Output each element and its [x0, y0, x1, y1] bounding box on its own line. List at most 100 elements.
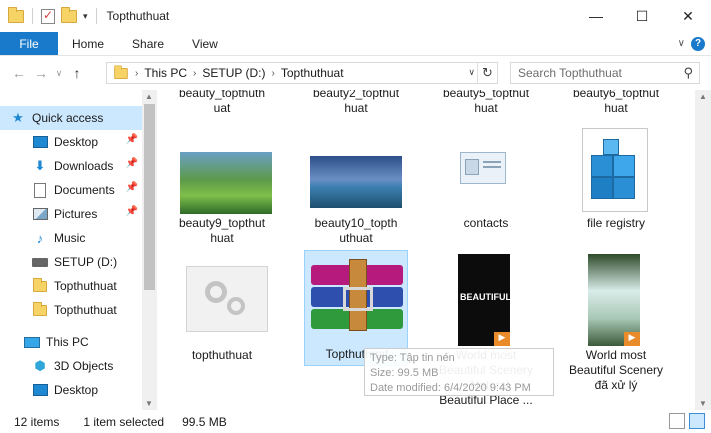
sidebar-item-downloads[interactable]: ⬇ Downloads 📌 [0, 154, 142, 178]
sidebar-item-3d-objects[interactable]: ⬢ 3D Objects [0, 354, 142, 378]
tab-view[interactable]: View [178, 32, 232, 55]
details-view-icon[interactable] [669, 413, 685, 429]
tooltip-type: Type: Tập tin nén [370, 352, 455, 364]
file-name: contacts [463, 216, 509, 230]
folder-icon[interactable] [8, 6, 24, 23]
sidebar-item-desktop-pc[interactable]: Desktop [0, 378, 142, 402]
video-thumbnail[interactable]: BEAUTIFUL ▶ [458, 254, 511, 346]
tab-file[interactable]: File [0, 32, 58, 55]
sidebar-item-label: Documents [54, 183, 115, 197]
pin-icon[interactable]: 📌 [126, 206, 138, 217]
file-item[interactable]: topthuthuat [170, 348, 274, 363]
customize-toolbar-dropdown[interactable]: ▾ [83, 11, 88, 22]
recent-locations-button[interactable]: ∨ [52, 68, 66, 79]
desktop-icon [32, 134, 48, 150]
file-name: topthuthuat [191, 348, 253, 362]
maximize-button[interactable]: ☐ [619, 0, 665, 32]
sidebar-item-label: Pictures [54, 207, 98, 221]
play-icon: ▶ [624, 332, 640, 346]
download-icon: ⬇ [34, 158, 46, 173]
breadcrumb-topthuthuat[interactable]: Topthuthuat [277, 66, 348, 80]
image-thumbnail[interactable] [310, 156, 402, 208]
file-name: beauty10_topth uthuat [314, 216, 398, 245]
breadcrumb-separator[interactable]: › [191, 68, 198, 79]
sidebar-item-label: Downloads [54, 159, 114, 173]
breadcrumb-separator[interactable]: › [133, 68, 140, 79]
scroll-up-icon[interactable]: ▲ [145, 92, 153, 101]
registry-file-icon[interactable] [582, 128, 648, 212]
file-name: beauty_topthuth uat [178, 90, 266, 115]
nav-scrollbar[interactable]: ▲ ▼ [142, 90, 157, 410]
scroll-down-icon[interactable]: ▼ [699, 399, 707, 408]
properties-icon[interactable] [41, 8, 55, 24]
address-dropdown-icon[interactable]: ∨ [468, 67, 475, 78]
scroll-up-icon[interactable]: ▲ [699, 92, 707, 101]
sidebar-item-this-pc[interactable]: This PC [0, 330, 142, 354]
sidebar-item-label: Music [54, 231, 86, 245]
breadcrumb-setup-drive[interactable]: SETUP (D:) [198, 66, 269, 80]
sidebar-item-topthuthuat[interactable]: Topthuthuat [0, 274, 142, 298]
pin-icon[interactable]: 📌 [126, 158, 138, 169]
navigation-pane: ★ Quick access Desktop 📌 ⬇ Downloads 📌 D… [0, 90, 158, 410]
item-count: 12 items [14, 414, 60, 429]
breadcrumb-this-pc[interactable]: This PC [140, 66, 191, 80]
selection-size: 99.5 MB [182, 414, 227, 429]
search-input[interactable]: Search Topthuthuat ⚲ [510, 62, 700, 84]
sidebar-item-topthuthuat-2[interactable]: Topthuthuat [0, 298, 142, 322]
sidebar-item-label: Topthuthuat [54, 279, 117, 293]
sidebar-item-desktop[interactable]: Desktop 📌 [0, 130, 142, 154]
up-button[interactable]: ↑ [66, 65, 88, 81]
view-switcher [669, 413, 705, 429]
tab-share[interactable]: Share [118, 32, 178, 55]
file-item[interactable]: file registry [564, 216, 668, 231]
file-item[interactable]: beauty5_topthut huat [434, 90, 538, 116]
breadcrumb-separator[interactable]: › [270, 68, 277, 79]
play-icon: ▶ [494, 332, 510, 346]
search-placeholder: Search Topthuthuat [518, 66, 622, 80]
drive-icon [32, 254, 48, 270]
selection-count: 1 item selected [83, 414, 165, 429]
file-item[interactable]: beauty_topthuth uat [170, 90, 274, 116]
minimize-button[interactable]: — [573, 0, 619, 32]
file-name: beauty2_topthut huat [312, 90, 400, 115]
address-bar[interactable]: › This PC › SETUP (D:) › Topthuthuat ∨ ↻ [106, 62, 498, 84]
contacts-icon[interactable] [460, 152, 506, 184]
scroll-down-icon[interactable]: ▼ [145, 399, 153, 408]
file-item[interactable]: beauty2_topthut huat [304, 90, 408, 116]
file-item[interactable]: contacts [434, 216, 538, 231]
help-icon[interactable]: ? [691, 36, 705, 51]
tab-home[interactable]: Home [58, 32, 118, 55]
cube-icon: ⬢ [34, 358, 46, 373]
sidebar-item-quick-access[interactable]: ★ Quick access [0, 106, 142, 130]
refresh-icon[interactable]: ↻ [477, 63, 497, 83]
sidebar-item-label: Desktop [54, 383, 99, 397]
sidebar-item-pictures[interactable]: Pictures 📌 [0, 202, 142, 226]
file-name: beauty5_topthut huat [442, 90, 530, 115]
pin-icon[interactable]: 📌 [126, 182, 138, 193]
sidebar-item-label: SETUP (D:) [54, 255, 118, 269]
settings-file-icon[interactable] [186, 266, 268, 332]
search-icon: ⚲ [683, 65, 693, 80]
desktop-icon [32, 382, 48, 398]
file-item[interactable]: beauty9_topthut huat [170, 216, 274, 246]
image-thumbnail[interactable] [180, 152, 272, 214]
sidebar-item-label: Topthuthuat [54, 303, 117, 317]
sidebar-item-music[interactable]: ♪ Music [0, 226, 142, 250]
large-icons-view-icon[interactable] [689, 413, 705, 429]
close-button[interactable]: ✕ [665, 0, 711, 32]
scrollbar-thumb[interactable] [144, 104, 155, 290]
sidebar-item-setup-drive[interactable]: SETUP (D:) [0, 250, 142, 274]
file-item[interactable]: World most Beautiful Scenery đã xử lý [564, 348, 668, 393]
file-item[interactable]: beauty10_topth uthuat [304, 216, 408, 246]
music-icon: ♪ [36, 230, 44, 246]
video-thumbnail[interactable]: ▶ [588, 254, 640, 346]
file-item[interactable]: beauty6_topthut huat [564, 90, 668, 116]
new-folder-icon[interactable] [61, 6, 77, 23]
expand-ribbon-icon[interactable]: ∨ [678, 38, 685, 49]
content-scrollbar[interactable]: ▲ ▼ [695, 90, 711, 410]
back-button[interactable]: ← [8, 65, 30, 81]
divider [95, 8, 97, 24]
pin-icon[interactable]: 📌 [126, 134, 138, 145]
forward-button[interactable]: → [30, 65, 52, 81]
sidebar-item-documents[interactable]: Documents 📌 [0, 178, 142, 202]
